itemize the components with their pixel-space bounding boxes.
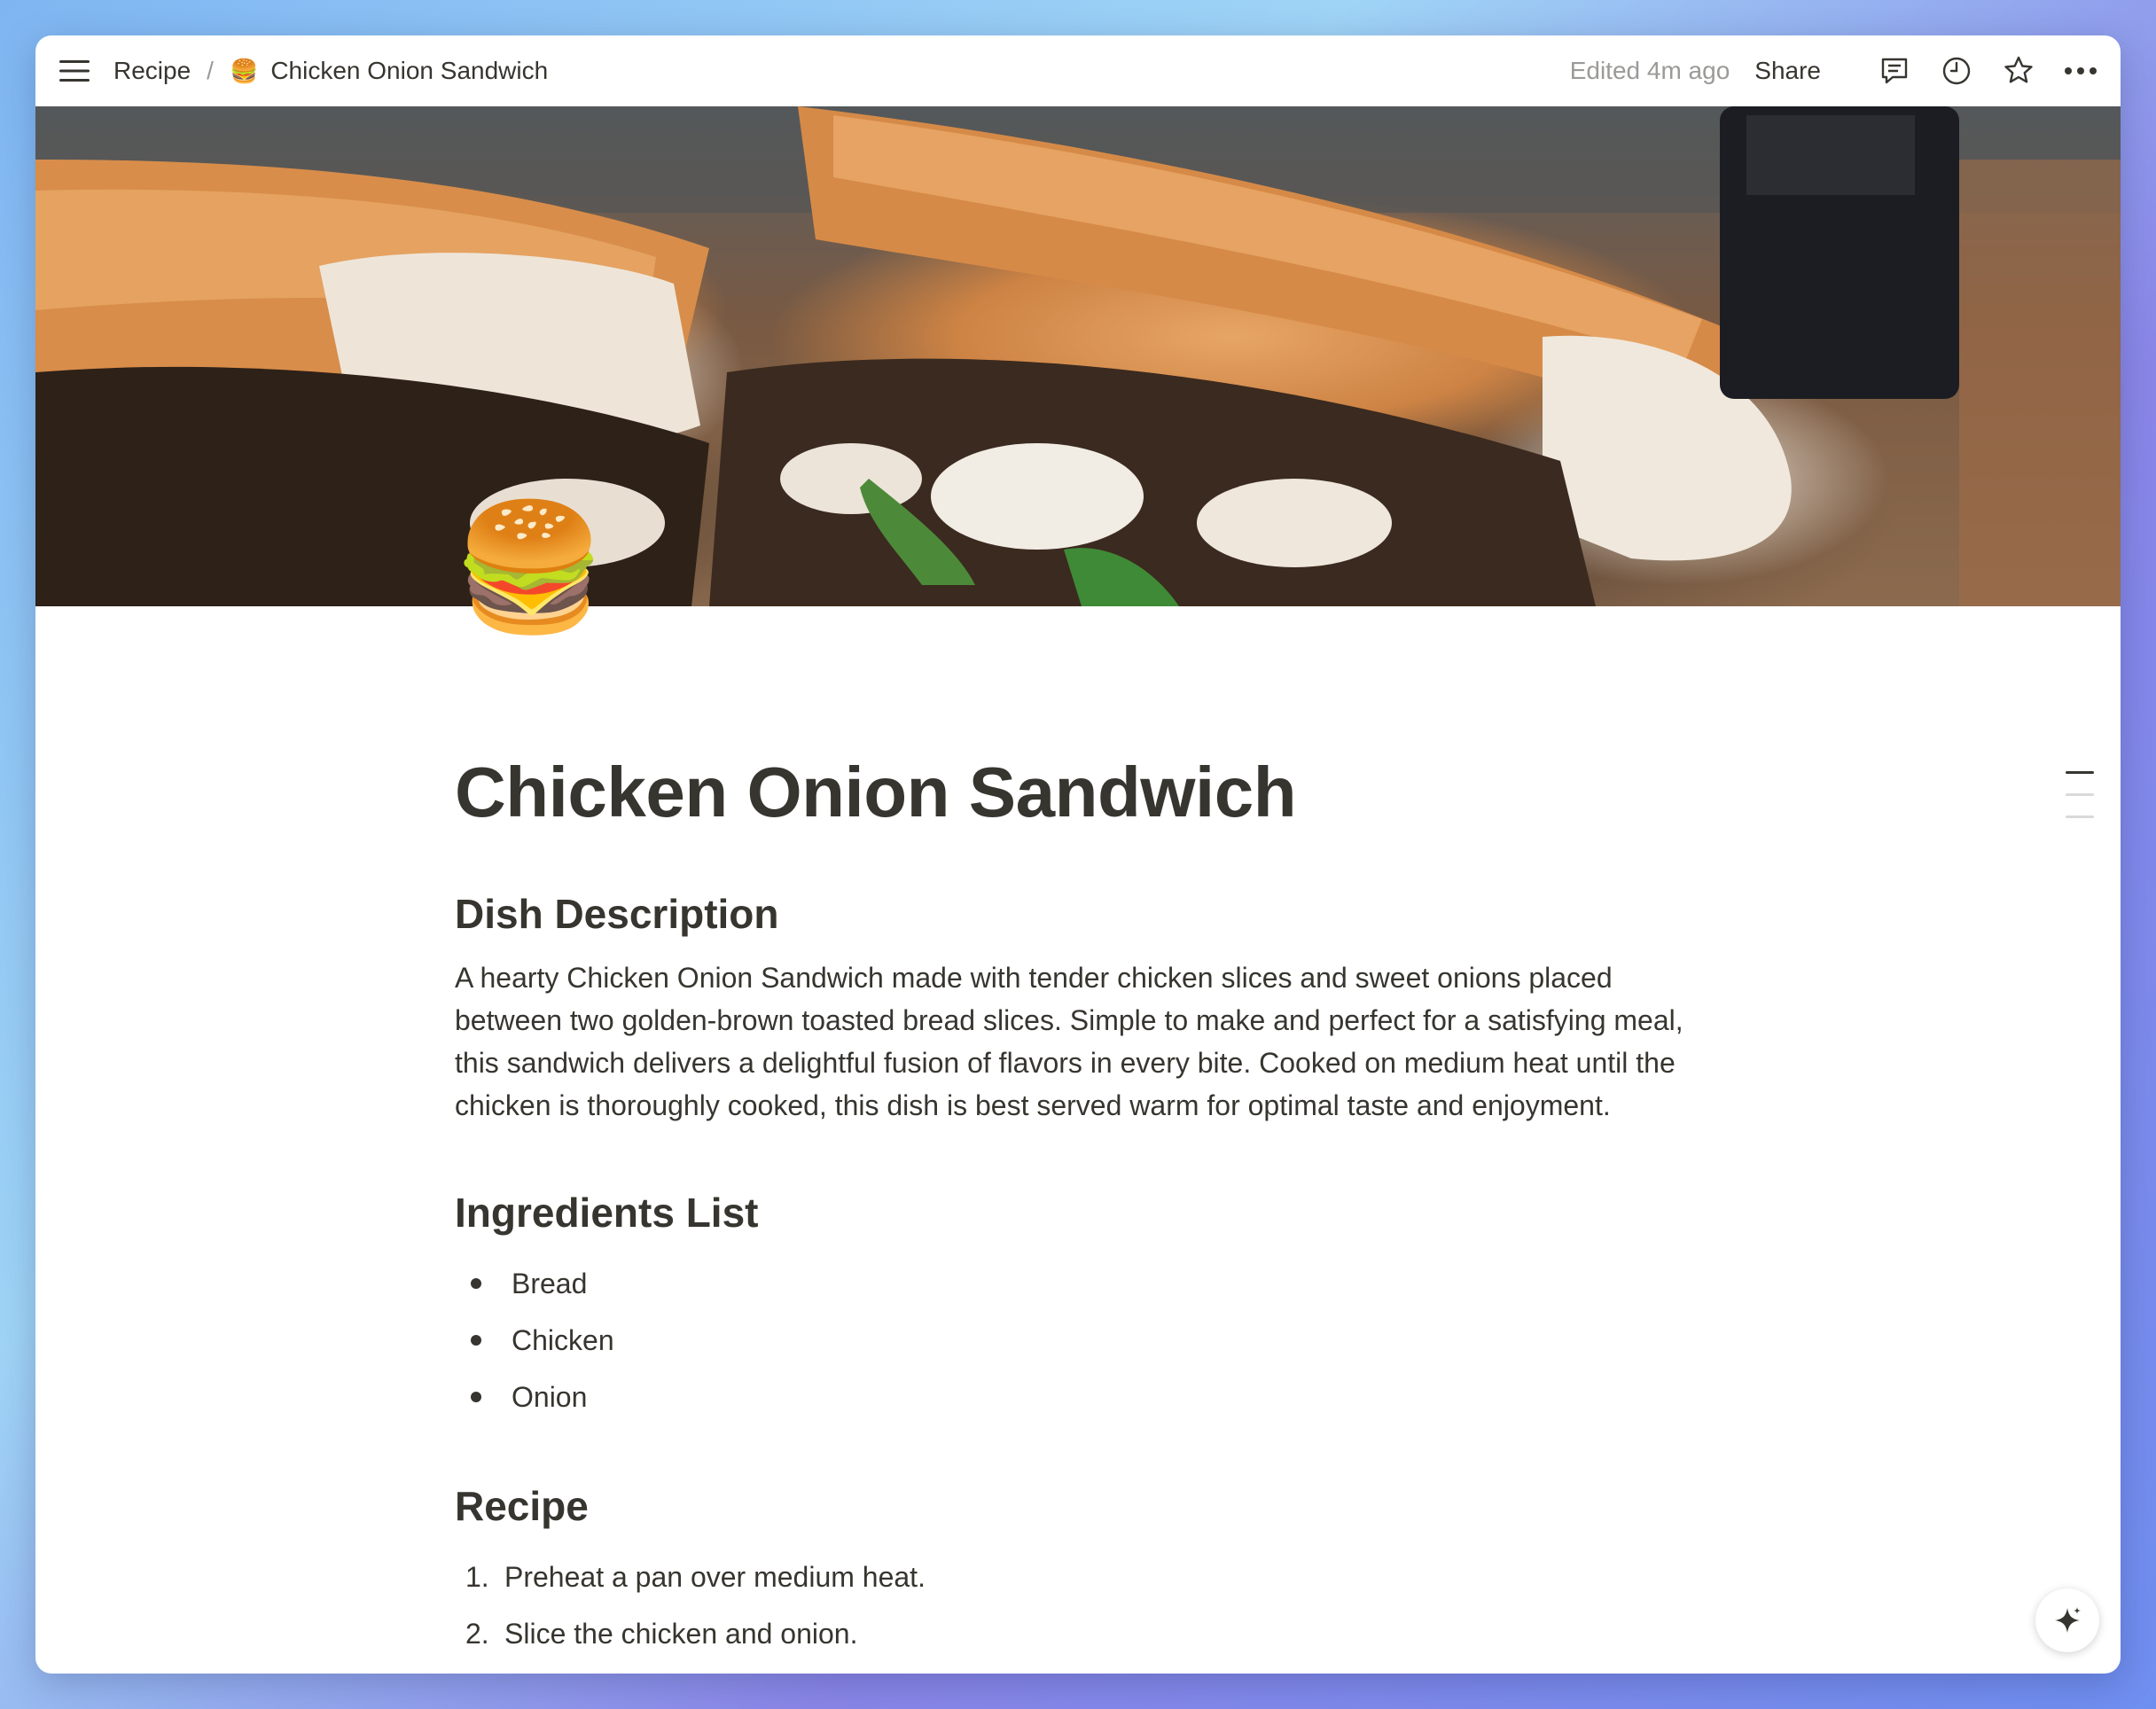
sparkle-icon — [2055, 1607, 2081, 1633]
list-item[interactable]: 2. Slice the chicken and onion. — [455, 1606, 1696, 1663]
bullet-icon — [471, 1392, 481, 1403]
clock-icon[interactable] — [1938, 52, 1975, 90]
breadcrumb-root[interactable]: Recipe — [113, 57, 191, 85]
heading-recipe[interactable]: Recipe — [455, 1482, 1696, 1531]
star-icon[interactable] — [2000, 52, 2037, 90]
toc-line[interactable] — [2066, 793, 2094, 796]
step-text: Preheat a pan over medium heat. — [504, 1561, 926, 1594]
page-title[interactable]: Chicken Onion Sandwich — [455, 753, 1696, 831]
heading-dish-description[interactable]: Dish Description — [455, 890, 1696, 939]
heading-ingredients[interactable]: Ingredients List — [455, 1189, 1696, 1237]
ai-assistant-button[interactable] — [2035, 1588, 2099, 1652]
list-item[interactable]: Onion — [455, 1369, 1696, 1425]
bullet-icon — [471, 1278, 481, 1290]
breadcrumb-page-emoji: 🍔 — [229, 57, 259, 84]
recipe-steps: 1. Preheat a pan over medium heat. 2. Slic… — [455, 1549, 1696, 1663]
app-window: Recipe / 🍔 Chicken Onion Sandwich Edited… — [35, 35, 2121, 1674]
more-icon[interactable] — [2062, 52, 2099, 90]
step-text: Slice the chicken and onion. — [504, 1618, 858, 1650]
sandwich-photo — [35, 106, 2121, 606]
dish-description-text[interactable]: A hearty Chicken Onion Sandwich made wit… — [455, 956, 1714, 1127]
step-number: 2. — [465, 1618, 489, 1650]
comment-icon[interactable] — [1876, 52, 1913, 90]
bullet-icon — [471, 1335, 481, 1346]
ingredients-list: Bread Chicken Onion — [455, 1255, 1696, 1425]
ingredient-text: Chicken — [512, 1323, 614, 1356]
list-item[interactable]: 1. Preheat a pan over medium heat. — [455, 1549, 1696, 1606]
menu-icon[interactable] — [57, 53, 92, 89]
ingredient-text: Onion — [512, 1380, 588, 1413]
list-item[interactable]: Bread — [455, 1255, 1696, 1312]
share-button[interactable]: Share — [1754, 57, 1821, 85]
toc-line-active[interactable] — [2066, 771, 2094, 774]
table-of-contents-indicator[interactable] — [2066, 771, 2094, 838]
list-item[interactable]: Chicken — [455, 1312, 1696, 1369]
cover-image[interactable] — [35, 106, 2121, 606]
toc-line[interactable] — [2066, 815, 2094, 818]
edited-timestamp: Edited 4m ago — [1569, 57, 1730, 84]
top-bar: Recipe / 🍔 Chicken Onion Sandwich Edited… — [35, 35, 2121, 106]
step-number: 1. — [465, 1561, 489, 1594]
breadcrumb-page[interactable]: Chicken Onion Sandwich — [270, 57, 548, 85]
breadcrumb-separator: / — [207, 57, 214, 84]
ingredient-text: Bread — [512, 1267, 588, 1299]
page-content: Chicken Onion Sandwich Dish Description … — [455, 753, 1696, 1674]
page-emoji-icon[interactable]: 🍔 — [452, 505, 606, 629]
